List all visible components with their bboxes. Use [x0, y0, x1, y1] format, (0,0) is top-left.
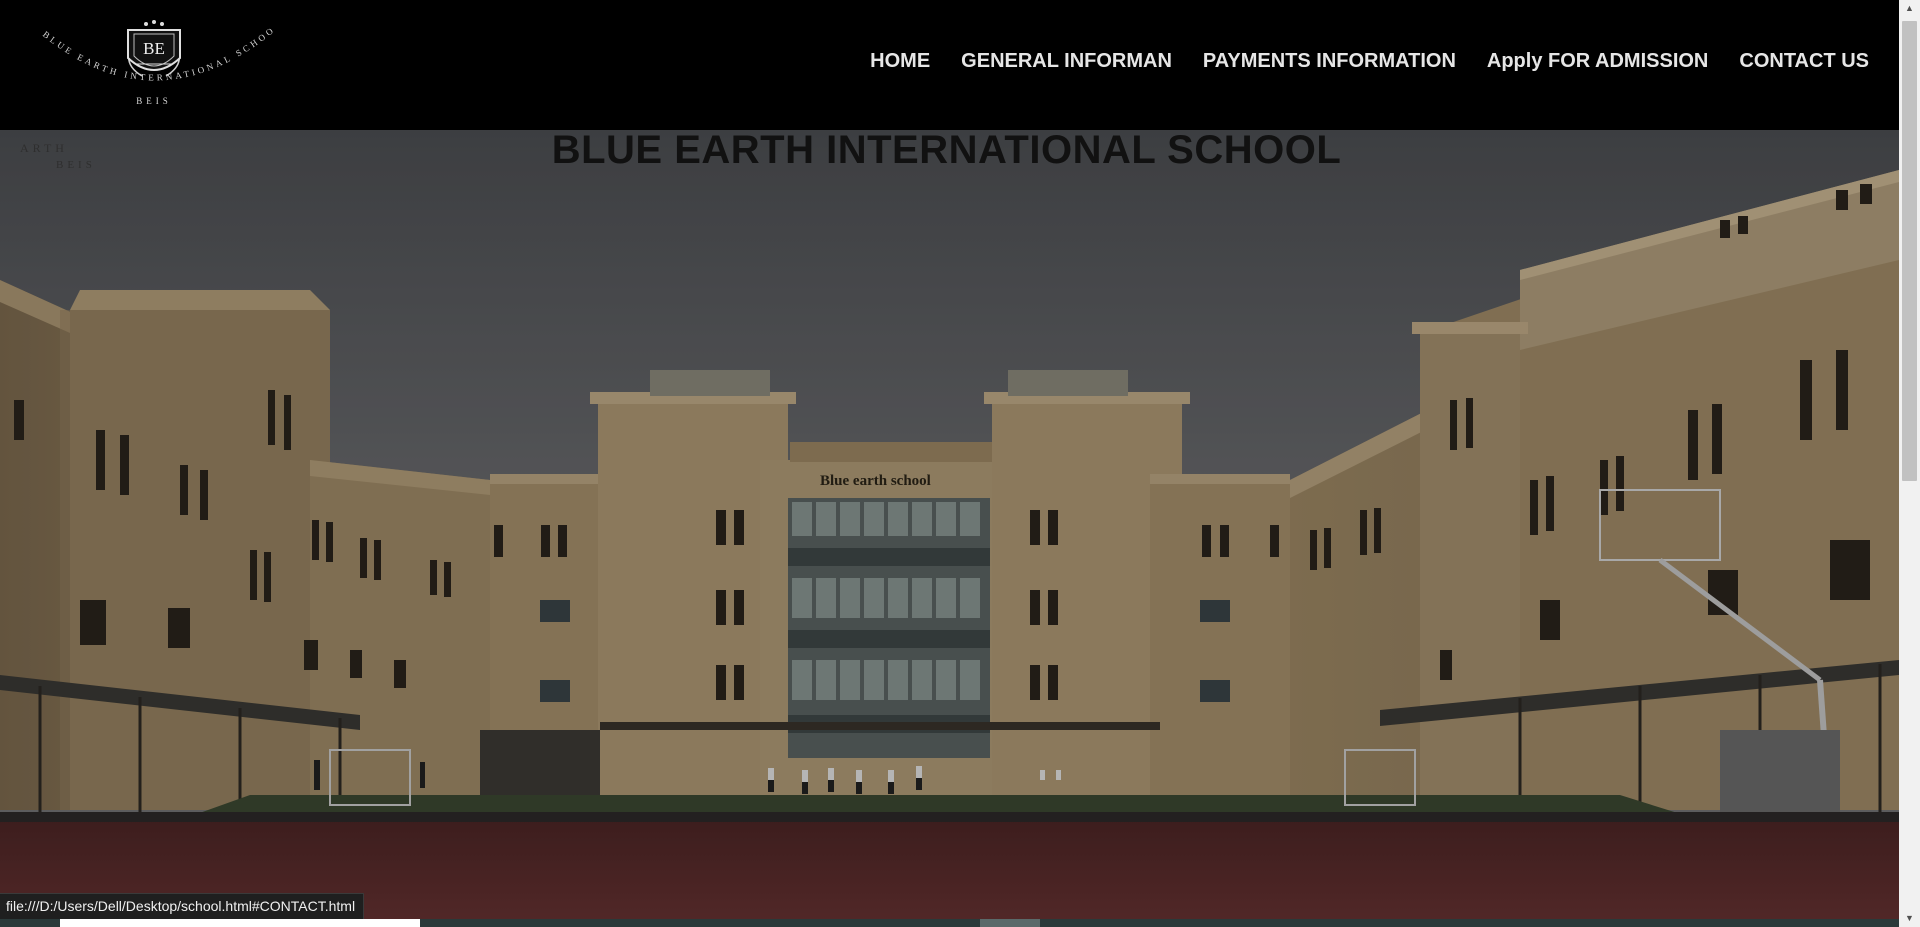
svg-text:BEIS: BEIS	[136, 96, 172, 106]
hero-title: BLUE EARTH INTERNATIONAL SCHOOL	[0, 128, 1899, 173]
school-building-photo: ARTH BEIS Blue earth school	[0, 130, 1899, 927]
hero-title-text: BLUE EARTH INTERNATIONAL SCHOOL	[551, 128, 1342, 172]
nav-payments-information-link[interactable]: PAYMENTS INFORMATION	[1203, 50, 1456, 73]
horizontal-bar	[0, 919, 1899, 927]
nav-apply-admission-link[interactable]: Apply FOR ADMISSION	[1487, 50, 1708, 73]
scroll-down-icon[interactable]: ▼	[1899, 910, 1920, 927]
browser-status-url: file:///D:/Users/Dell/Desktop/school.htm…	[0, 893, 365, 919]
nav-general-information-link[interactable]: GENERAL INFORMAN	[961, 50, 1172, 73]
main-nav: HOME GENERAL INFORMAN PAYMENTS INFORMATI…	[839, 50, 1869, 73]
scroll-up-icon[interactable]: ▲	[1899, 0, 1920, 17]
svg-text:BE: BE	[143, 39, 165, 58]
horizontal-bar-segment	[60, 919, 420, 927]
site-header: BE BLUE EARTH INTERNATIONAL SCHOOL BEIS …	[0, 0, 1899, 130]
nav-contact-us-link[interactable]: CONTACT US	[1739, 50, 1869, 73]
logo-crest-icon: BE BLUE EARTH INTERNATIONAL SCHOOL BEIS	[20, 6, 275, 106]
hero-banner: ARTH BEIS Blue earth school	[0, 130, 1899, 927]
scrollbar-thumb[interactable]	[1902, 21, 1917, 481]
horizontal-bar-segment-dark	[980, 919, 1040, 927]
school-logo[interactable]: BE BLUE EARTH INTERNATIONAL SCHOOL BEIS	[20, 6, 284, 110]
nav-home-link[interactable]: HOME	[870, 50, 930, 73]
vertical-scrollbar[interactable]: ▲ ▼	[1899, 0, 1920, 927]
